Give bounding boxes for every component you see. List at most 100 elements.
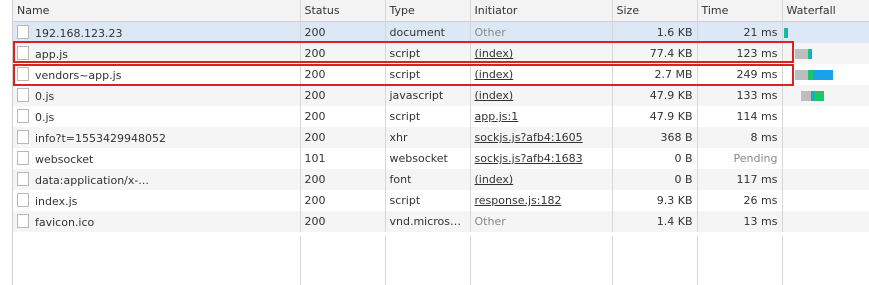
request-time: Pending: [697, 148, 783, 169]
waterfall-cell: [782, 190, 869, 211]
request-time: 8 ms: [697, 127, 783, 148]
request-row[interactable]: vendors~app.js 200 script (index) 2.7 MB…: [13, 64, 869, 85]
request-name-cell[interactable]: favicon.ico: [13, 211, 301, 232]
request-name-cell[interactable]: 0.js: [13, 85, 301, 106]
request-time: 123 ms: [697, 43, 783, 64]
request-initiator[interactable]: response.js:182: [470, 190, 613, 211]
request-status: 200: [300, 211, 386, 232]
request-type: document: [385, 21, 471, 43]
request-row[interactable]: websocket 101 websocket sockjs.js?afb4:1…: [13, 148, 869, 169]
request-type: script: [385, 64, 471, 85]
request-status: 200: [300, 64, 386, 85]
request-time: 249 ms: [697, 64, 783, 85]
initiator-link[interactable]: (index): [475, 68, 514, 81]
request-size: 1.6 KB: [612, 21, 698, 43]
column-divider: [697, 236, 698, 285]
request-time: 21 ms: [697, 21, 783, 43]
request-name-cell[interactable]: app.js: [13, 43, 301, 64]
file-icon: [17, 109, 29, 123]
waterfall-bar: [813, 91, 824, 101]
request-initiator: Other: [470, 21, 613, 43]
waterfall-bar: [800, 91, 811, 101]
request-row[interactable]: favicon.ico 200 vnd.microsof... Other 1.…: [13, 211, 869, 232]
request-row[interactable]: 192.168.123.23 200 document Other 1.6 KB…: [13, 21, 869, 43]
request-name: app.js: [35, 48, 68, 61]
waterfall-cell: [782, 64, 869, 85]
request-name-cell[interactable]: 192.168.123.23: [13, 21, 301, 43]
waterfall-bar: [794, 49, 808, 59]
file-icon: [17, 25, 29, 39]
file-icon: [17, 67, 29, 81]
waterfall-cell: [782, 211, 869, 232]
request-initiator[interactable]: (index): [470, 43, 613, 64]
request-time: 26 ms: [697, 190, 783, 211]
request-size: 2.7 MB: [612, 64, 698, 85]
file-icon: [17, 88, 29, 102]
request-size: 368 B: [612, 127, 698, 148]
request-time: 114 ms: [697, 106, 783, 127]
request-time: 133 ms: [697, 85, 783, 106]
request-row[interactable]: info?t=1553429948052 200 xhr sockjs.js?a…: [13, 127, 869, 148]
request-name-cell[interactable]: data:application/x-...: [13, 169, 301, 190]
request-initiator[interactable]: (index): [470, 169, 613, 190]
request-status: 200: [300, 21, 386, 43]
initiator-link[interactable]: sockjs.js?afb4:1683: [475, 152, 583, 165]
network-request-table: Name Status Type Initiator Size Time Wat…: [13, 0, 869, 232]
request-name: 0.js: [35, 90, 55, 103]
column-header-type[interactable]: Type: [385, 0, 471, 22]
initiator-link[interactable]: sockjs.js?afb4:1605: [475, 131, 583, 144]
column-header-size[interactable]: Size: [612, 0, 698, 22]
request-row[interactable]: 0.js 200 javascript (index) 47.9 KB 133 …: [13, 85, 869, 106]
request-name-cell[interactable]: info?t=1553429948052: [13, 127, 301, 148]
request-size: 1.4 KB: [612, 211, 698, 232]
request-initiator[interactable]: (index): [470, 85, 613, 106]
waterfall-bar: [812, 70, 833, 80]
table-header-row: Name Status Type Initiator Size Time Wat…: [13, 0, 869, 22]
initiator-link[interactable]: (index): [475, 89, 514, 102]
file-icon: [17, 193, 29, 207]
request-size: 0 B: [612, 148, 698, 169]
request-name-cell[interactable]: 0.js: [13, 106, 301, 127]
initiator-link[interactable]: (index): [475, 47, 514, 60]
request-row[interactable]: data:application/x-... 200 font (index) …: [13, 169, 869, 190]
column-header-name[interactable]: Name: [13, 0, 301, 22]
file-icon: [17, 151, 29, 165]
request-time: 13 ms: [697, 211, 783, 232]
waterfall-cell: [782, 127, 869, 148]
request-row[interactable]: app.js 200 script (index) 77.4 KB 123 ms: [13, 43, 869, 64]
request-initiator[interactable]: app.js:1: [470, 106, 613, 127]
request-type: xhr: [385, 127, 471, 148]
request-initiator: Other: [470, 211, 613, 232]
waterfall-cell: [782, 148, 869, 169]
request-name-cell[interactable]: index.js: [13, 190, 301, 211]
request-row[interactable]: index.js 200 script response.js:182 9.3 …: [13, 190, 869, 211]
file-icon: [17, 172, 29, 186]
request-size: 47.9 KB: [612, 85, 698, 106]
request-name-cell[interactable]: vendors~app.js: [13, 64, 301, 85]
column-header-waterfall[interactable]: Waterfall: [782, 0, 869, 22]
file-icon: [17, 130, 29, 144]
request-initiator[interactable]: sockjs.js?afb4:1683: [470, 148, 613, 169]
request-status: 200: [300, 106, 386, 127]
request-type: javascript: [385, 85, 471, 106]
initiator-link[interactable]: response.js:182: [475, 194, 562, 207]
request-name-cell[interactable]: websocket: [13, 148, 301, 169]
request-size: 47.9 KB: [612, 106, 698, 127]
request-row[interactable]: 0.js 200 script app.js:1 47.9 KB 114 ms: [13, 106, 869, 127]
column-header-time[interactable]: Time: [697, 0, 783, 22]
column-divider: [300, 236, 301, 285]
initiator-link[interactable]: app.js:1: [475, 110, 519, 123]
request-initiator[interactable]: sockjs.js?afb4:1605: [470, 127, 613, 148]
request-type: vnd.microsof...: [385, 211, 471, 232]
column-header-status[interactable]: Status: [300, 0, 386, 22]
request-initiator[interactable]: (index): [470, 64, 613, 85]
network-panel: Name Status Type Initiator Size Time Wat…: [12, 0, 869, 285]
request-name: 192.168.123.23: [35, 27, 123, 40]
waterfall-bar: [794, 70, 808, 80]
column-header-initiator[interactable]: Initiator: [470, 0, 613, 22]
initiator-link[interactable]: (index): [475, 173, 514, 186]
request-time: 117 ms: [697, 169, 783, 190]
request-name: info?t=1553429948052: [35, 132, 166, 145]
request-name: vendors~app.js: [35, 69, 122, 82]
waterfall-bar: [785, 28, 788, 38]
